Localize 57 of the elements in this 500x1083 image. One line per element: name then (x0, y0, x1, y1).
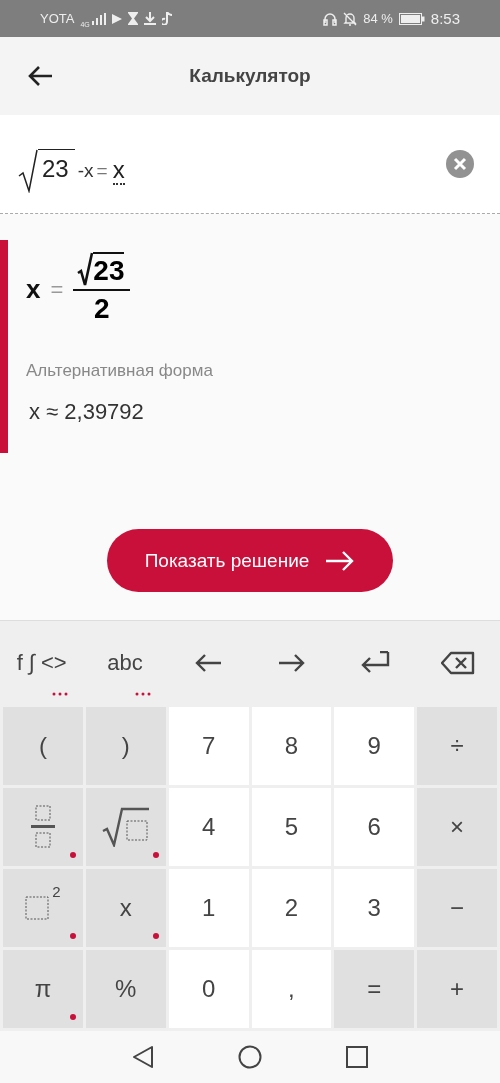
arrow-right-icon (325, 549, 356, 572)
approximate-value: x ≈ 2,39792 (29, 399, 145, 425)
back-icon[interactable] (27, 65, 53, 87)
radical-sign-icon (18, 149, 38, 193)
keypad-key[interactable]: 2 (3, 869, 83, 947)
keypad-key[interactable]: , (251, 950, 332, 1028)
keypad-key[interactable]: ) (85, 707, 166, 785)
cursor-left-icon[interactable] (194, 652, 223, 673)
play-icon (111, 12, 122, 25)
music-note-icon (161, 12, 172, 25)
keypad-key[interactable]: 4 (168, 788, 249, 866)
enter-icon[interactable] (360, 650, 390, 675)
battery-percent: 84 % (363, 11, 393, 26)
keyboard-mode-tab[interactable]: abc (107, 649, 143, 676)
keypad-key[interactable]: 1 (168, 869, 249, 947)
download-icon (143, 12, 156, 25)
keypad-key[interactable]: π (3, 950, 83, 1028)
keypad-key[interactable]: 7 (168, 707, 249, 785)
keyboard-mode-tab[interactable]: f ∫ <> (16, 649, 67, 676)
keypad-key[interactable]: − (417, 869, 497, 947)
keypad-key[interactable]: + (417, 950, 497, 1028)
keypad-key[interactable]: 0 (168, 950, 249, 1028)
keypad-key[interactable]: ÷ (417, 707, 497, 785)
backspace-icon[interactable] (441, 650, 476, 675)
equation-input[interactable]: 23 -x= x (18, 149, 125, 193)
hourglass-icon (127, 12, 138, 25)
headphones-icon (323, 11, 338, 26)
radical-sign-icon (77, 252, 94, 286)
signal-icon (91, 12, 106, 25)
keypad-key[interactable]: % (85, 950, 166, 1028)
keypad-key[interactable]: × (417, 788, 497, 866)
alternative-form-label: Альтернативная форма (26, 361, 214, 381)
screen-title: Калькулятор (189, 65, 311, 87)
keypad-key[interactable]: ( (3, 707, 83, 785)
keypad-key[interactable]: = (334, 950, 415, 1028)
back-nav-icon[interactable] (132, 1045, 154, 1069)
keypad-key[interactable]: x (85, 869, 166, 947)
clock: 8:53 (430, 10, 460, 27)
keypad-key[interactable]: 6 (334, 788, 415, 866)
home-nav-icon[interactable] (238, 1045, 262, 1069)
square-root-icon (101, 807, 150, 847)
result-formula: x = 23 2 (26, 252, 500, 327)
keypad-key[interactable]: 8 (251, 707, 332, 785)
placeholder-box-icon (25, 896, 50, 920)
bell-off-icon (343, 11, 358, 26)
clear-icon[interactable] (445, 149, 475, 179)
fraction-icon (29, 804, 56, 850)
cursor-right-icon[interactable] (277, 652, 306, 673)
carrier-label: YOTA (40, 11, 75, 26)
keypad-key[interactable]: 3 (334, 869, 415, 947)
keypad-key[interactable]: 2 (251, 869, 332, 947)
keypad-key[interactable]: 5 (251, 788, 332, 866)
recents-nav-icon[interactable] (346, 1046, 368, 1068)
show-solution-button[interactable]: Показать решение (107, 529, 393, 592)
keypad-key[interactable] (85, 788, 166, 866)
keypad-key[interactable]: 9 (334, 707, 415, 785)
battery-icon (398, 12, 425, 25)
